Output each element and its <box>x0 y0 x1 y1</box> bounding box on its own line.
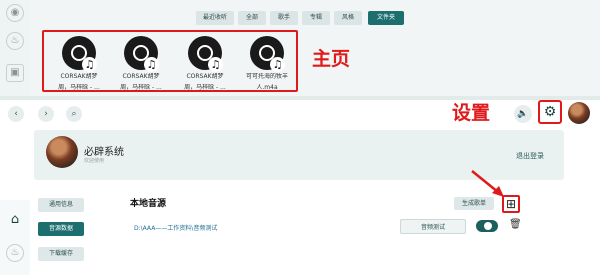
toggle-knob <box>484 222 492 230</box>
audio-test-button[interactable]: 音频测试 <box>400 219 466 234</box>
tab-recent[interactable]: 最近收听 <box>196 11 234 25</box>
user-avatar[interactable] <box>568 102 590 124</box>
settings-gear-icon[interactable]: ⚙ <box>538 100 562 124</box>
trash-icon[interactable]: 🗑 <box>509 219 522 230</box>
profile-subtitle: 欢迎使用 <box>84 158 105 164</box>
divider <box>0 96 600 100</box>
tab-genre[interactable]: 风格 <box>334 11 362 25</box>
profile-avatar <box>46 136 78 168</box>
tab-album[interactable]: 专辑 <box>302 11 330 25</box>
image-icon[interactable]: ▣ <box>6 64 24 82</box>
settings-tab-download[interactable]: 下载缓存 <box>38 247 84 261</box>
home-icon[interactable]: ⌂ <box>6 212 24 230</box>
home-annotation: 主页 <box>312 48 351 70</box>
song-title-line1: CORSAK胡梦 <box>60 73 98 80</box>
song-card[interactable]: ♫ CORSAK胡梦 周，马梓晗 - ... <box>112 36 170 92</box>
logout-link[interactable]: 退出登录 <box>516 151 544 161</box>
generate-playlist-button[interactable]: 生成歌单 <box>454 197 494 210</box>
song-title-line1: 可可托海的牧羊 <box>245 73 288 80</box>
tab-all[interactable]: 全部 <box>238 11 266 25</box>
settings-tab-sources[interactable]: 音源数据 <box>38 222 84 236</box>
song-card[interactable]: ♫ CORSAK胡梦 周，马梓晗 - ... <box>50 36 108 92</box>
flame-icon[interactable]: ♨ <box>6 244 24 262</box>
song-title-line2: 周，马梓晗 - ... <box>184 84 226 91</box>
section-title: 本地音源 <box>130 199 167 209</box>
music-disc-icon: ♫ <box>250 36 285 72</box>
music-disc-icon: ♫ <box>188 36 223 72</box>
song-card[interactable]: ♫ 可可托海的牧羊 人.m4a <box>238 36 296 92</box>
rail-icon-top[interactable]: ◉ <box>6 4 24 22</box>
music-disc-icon: ♫ <box>62 36 97 72</box>
back-button[interactable]: ‹ <box>8 106 24 122</box>
settings-tab-general[interactable]: 通用信息 <box>38 198 84 212</box>
volume-button[interactable]: 🔈 <box>514 105 532 123</box>
settings-annotation: 设置 <box>452 102 491 124</box>
song-title-line2: 人.m4a <box>256 84 278 91</box>
music-disc-icon: ♫ <box>124 36 159 72</box>
tab-artist[interactable]: 歌手 <box>270 11 298 25</box>
add-folder-icon[interactable]: ⊞ <box>502 195 520 213</box>
source-path: D:\AAA——工作资料\音频测试 <box>134 225 218 232</box>
profile-name: 必辟系统 <box>84 147 124 158</box>
forward-button[interactable]: › <box>38 106 54 122</box>
song-title-line2: 周，马梓晗 - ... <box>120 84 162 91</box>
song-title-line1: CORSAK胡梦 <box>186 73 224 80</box>
tab-folder[interactable]: 文件夹 <box>368 11 404 25</box>
song-card[interactable]: ♫ CORSAK胡梦 周，马梓晗 - ... <box>176 36 234 92</box>
song-title-line2: 周，马梓晗 - ... <box>58 84 100 91</box>
search-button[interactable]: ⌕ <box>66 106 82 122</box>
song-title-line1: CORSAK胡梦 <box>122 73 160 80</box>
flame-icon[interactable]: ♨ <box>6 32 24 50</box>
